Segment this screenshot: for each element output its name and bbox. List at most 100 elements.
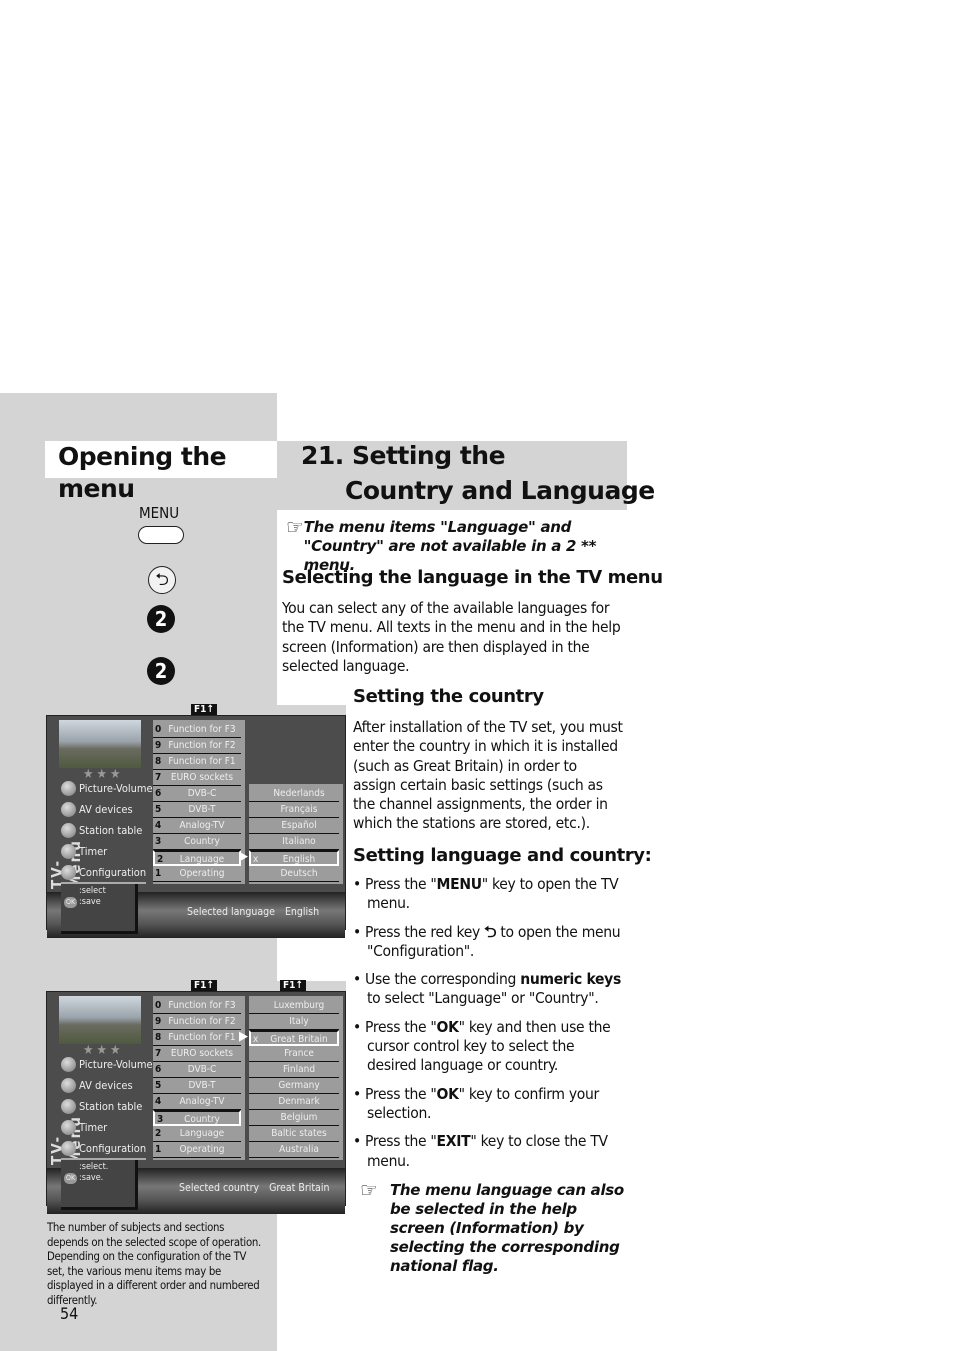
left-menu-item: AV devices [61,799,133,819]
left-menu-item: Configuration [61,862,147,884]
menu-ball-icon [61,1077,76,1093]
option-label: Baltic states [271,1128,327,1139]
status-text: Selected language English [187,906,319,918]
row-number: 2 [155,1128,162,1139]
option-row: x Great Britain [249,1030,339,1046]
row-label: Language [179,1128,225,1139]
option-row: Denmark [249,1094,339,1110]
menu-ball-icon [61,1140,76,1156]
row-number: 7 [155,772,162,783]
submenu-row: 8 Function for F1 [153,1030,241,1046]
left-item-label: Configuration [79,1141,147,1155]
option-row: Finland [249,1062,339,1078]
row-label: DVB-C [187,788,217,799]
row-label: DVB-C [187,1064,217,1075]
left-item-label: Timer [79,844,108,858]
row-label: Function for F1 [168,1032,236,1043]
paragraph-language: You can select any of the available lang… [282,599,621,675]
option-row: Nederlands [249,786,339,802]
ok-key-icon: OK [64,897,78,908]
submenu-row: 8 Function for F1 [153,754,241,770]
row-label: Operating [179,868,225,879]
station-photo [59,996,141,1044]
step-item: • Press the "OK" key and then use the cu… [353,1017,611,1075]
row-number: 4 [155,1096,162,1107]
step-item: • Press the "MENU" key to open the TV me… [353,875,619,913]
row-label: Function for F2 [168,1016,236,1027]
row-label: DVB-T [188,804,216,815]
check-x-icon: x [253,1034,259,1045]
key-name: numeric keys [520,970,621,989]
menu-key-icon [138,526,184,544]
option-label: Nederlands [273,788,325,799]
submenu-row: 2 Language [153,850,241,866]
option-row: France [249,1046,339,1062]
row-label: EURO sockets [170,772,234,783]
row-number: 7 [155,1048,162,1059]
ok-key-icon: OK [64,1173,78,1184]
pointer-arrow-icon: ▶ [239,849,248,864]
option-label: Finland [282,1064,316,1075]
step-item: • Press the "OK" key to confirm your sel… [353,1084,599,1122]
row-number: 9 [155,740,162,751]
left-menu-item: Station table [61,1096,142,1116]
option-label: Français [280,804,318,815]
section-title: 21. Setting the Country and Language [301,438,655,508]
menu-ball-icon [61,843,76,859]
submenu-row: 9 Function for F2 [153,1014,241,1030]
option-label: Germany [278,1080,320,1091]
option-label: France [284,1048,314,1059]
option-label: Denmark [278,1096,320,1107]
f1-up-label: F1↑ [280,980,306,991]
left-item-label: Timer [79,1120,108,1134]
status-label: Selected language [187,906,275,918]
heading-country: Setting the country [353,686,544,707]
row-label: Operating [179,1144,225,1155]
option-label: Great Britain [270,1034,328,1045]
option-row: Italy [249,1014,339,1030]
option-label: English [282,854,316,865]
steps-list: • Press the "MENU" key to open the TV me… [353,875,625,1180]
left-item-label: Configuration [79,865,147,879]
red-key-icon: ⮌ [484,922,497,941]
menu-ball-icon [61,1098,76,1114]
row-number: 6 [155,1064,162,1075]
submenu-row: 5 DVB-T [153,802,241,818]
submenu-row: 5 DVB-T [153,1078,241,1094]
row-number: 1 [155,1144,162,1155]
status-value: Great Britain [269,1182,330,1194]
left-item-label: Station table [79,823,143,837]
option-row: Baltic states [249,1126,339,1142]
row-label: Country [184,836,220,847]
row-label: Function for F2 [168,740,236,751]
submenu-row: 4 Analog-TV [153,1094,241,1110]
left-menu-item: Station table [61,820,142,840]
submenu-row: 1 Operating [153,1142,241,1158]
tv-menu-country-screenshot: F1↑ F1↑ ★★★ TV-Menu Picture-Volume AV devices… [46,980,346,1214]
row-number: 5 [155,804,162,815]
row-number: 8 [155,1032,162,1043]
pointing-hand-icon: ☞ [360,1178,378,1202]
submenu-row: 3 Country [153,1110,241,1126]
row-number: 0 [155,1000,162,1011]
step-item: • Press the red key ⮌ to open the menu "… [353,922,621,960]
menu-ball-icon [61,780,76,796]
menu-ball-icon [61,1056,76,1072]
number-key-2-icon: 2 [147,605,175,633]
submenu-row: 7 EURO sockets [153,1046,241,1062]
number-key-2-icon: 2 [147,657,175,685]
row-number: 3 [155,836,162,847]
row-number: 3 [157,1114,164,1125]
row-label: Analog-TV [179,1096,225,1107]
paragraph-country: After installation of the TV set, you mu… [353,718,623,833]
option-label: Belgium [280,1112,318,1123]
opening-menu-title: Opening the menu [45,441,277,503]
note-2: ☞ The menu language can also be selected … [360,1178,624,1275]
row-label: DVB-T [188,1080,216,1091]
heading-language: Selecting the language in the TV menu [282,567,663,588]
option-row: Australia [249,1142,339,1158]
help-box: :select.:save. OK [61,1160,138,1210]
f1-up-label: F1↑ [191,704,217,715]
heading-steps: Setting language and country: [353,845,652,866]
key-name: EXIT [436,1132,471,1151]
